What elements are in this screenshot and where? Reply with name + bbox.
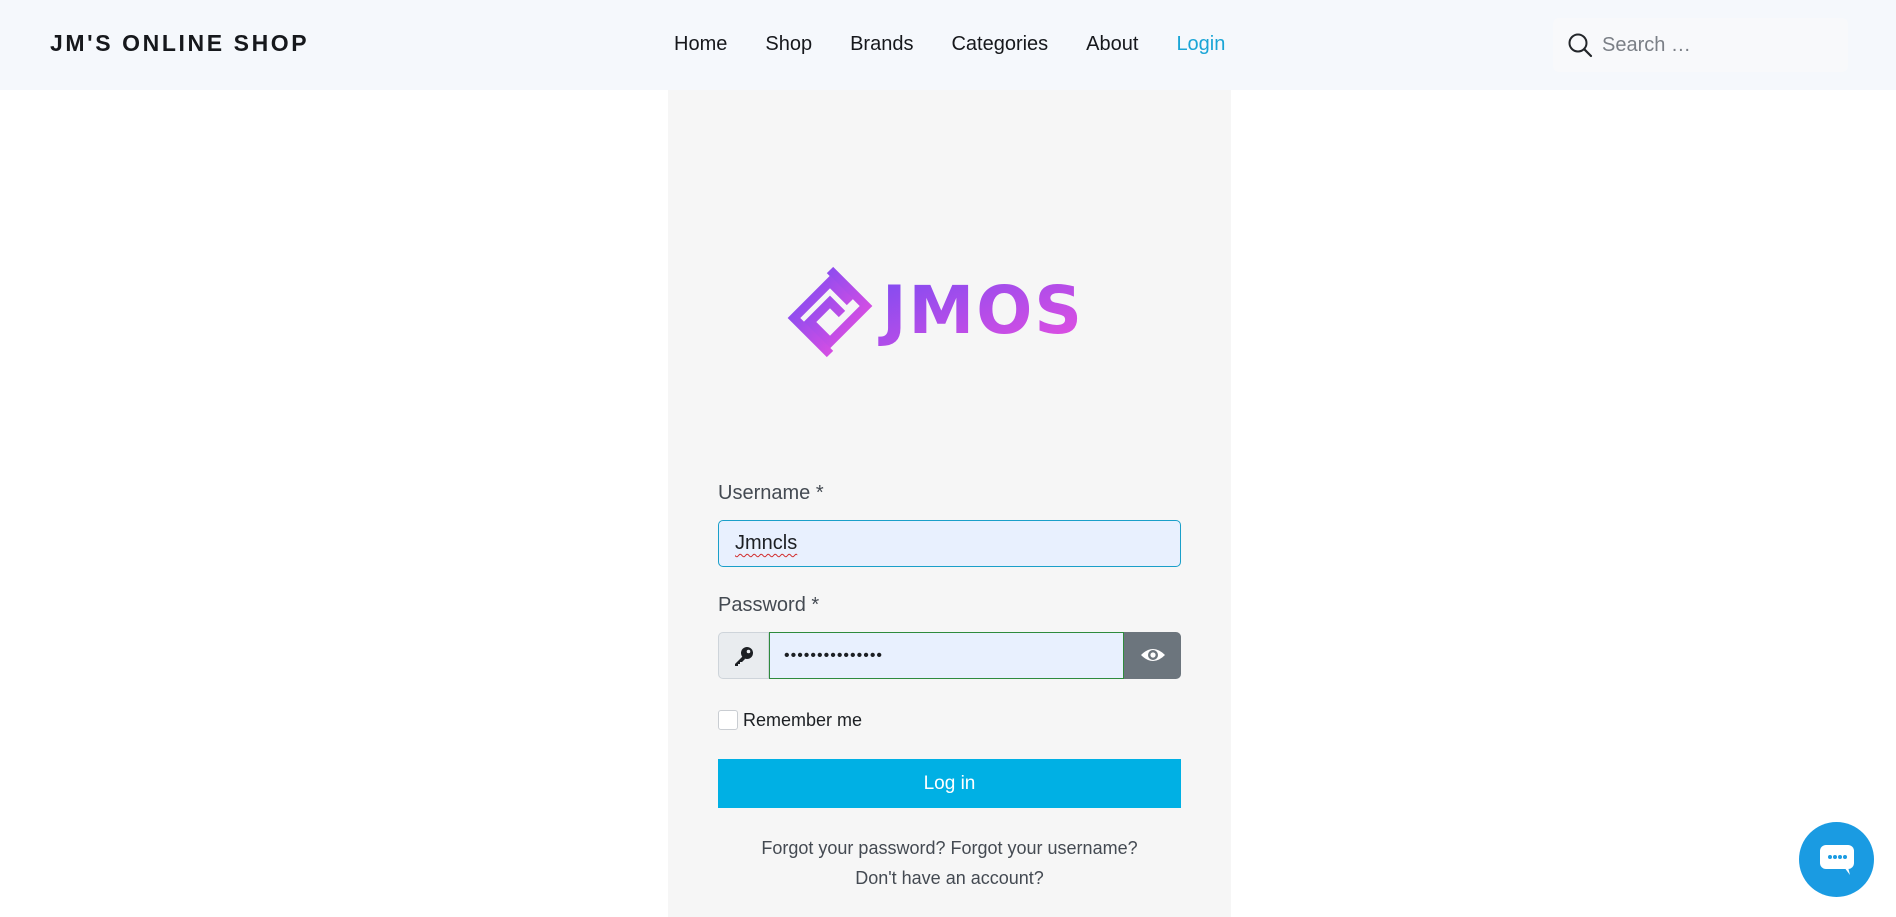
search-box — [1553, 18, 1848, 72]
nav-categories[interactable]: Categories — [951, 33, 1048, 56]
recovery-links: Forgot your password? Forgot your userna… — [718, 838, 1181, 859]
password-label: Password * — [718, 594, 820, 616]
remember-me: Remember me — [718, 708, 862, 732]
register-links: Don't have an account? — [718, 868, 1181, 889]
show-password-button[interactable] — [1124, 632, 1181, 679]
remember-label[interactable]: Remember me — [743, 710, 862, 731]
password-group: ••••••••••••••• — [718, 632, 1181, 679]
jmos-logo: JMOS — [787, 266, 1084, 358]
password-field[interactable]: ••••••••••••••• — [769, 632, 1124, 679]
search-icon[interactable] — [1567, 32, 1593, 58]
eye-icon — [1141, 649, 1165, 661]
password-addon — [718, 632, 769, 679]
username-field[interactable]: Jmncls — [718, 520, 1181, 567]
site-brand[interactable]: JM'S ONLINE SHOP — [50, 30, 309, 57]
username-label: Username * — [718, 482, 824, 504]
nav-shop[interactable]: Shop — [765, 33, 812, 56]
logo-text: JMOS — [878, 272, 1084, 349]
nav-login[interactable]: Login — [1176, 33, 1225, 56]
main-nav: Home Shop Brands Categories About Login — [674, 33, 1263, 56]
username-value: Jmncls — [735, 532, 798, 554]
forgot-password-link[interactable]: Forgot your password? — [761, 838, 945, 858]
nav-brands[interactable]: Brands — [850, 33, 913, 56]
nav-about[interactable]: About — [1086, 33, 1138, 56]
site-header: JM'S ONLINE SHOP Home Shop Brands Catego… — [0, 0, 1896, 90]
register-link[interactable]: Don't have an account? — [855, 868, 1044, 888]
remember-checkbox[interactable] — [718, 710, 738, 730]
search-input[interactable] — [1602, 18, 1838, 72]
chat-button[interactable] — [1799, 822, 1874, 897]
chat-icon — [1820, 845, 1854, 875]
key-icon — [735, 647, 753, 666]
forgot-username-link[interactable]: Forgot your username? — [951, 838, 1138, 858]
nav-home[interactable]: Home — [674, 33, 727, 56]
login-button[interactable]: Log in — [718, 759, 1181, 808]
